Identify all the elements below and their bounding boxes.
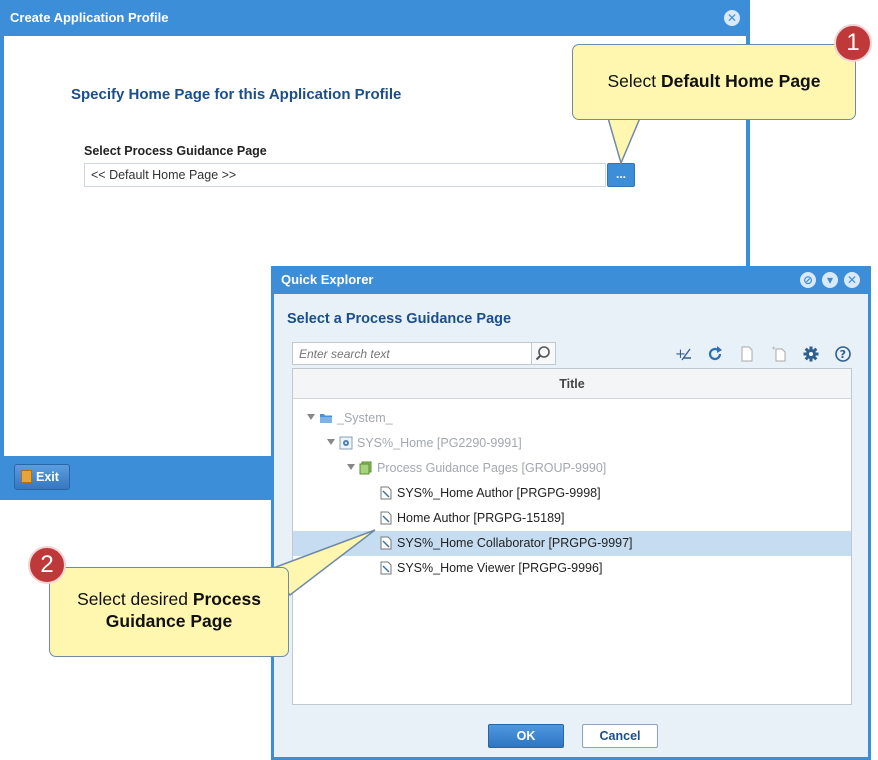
callout-select-process-guidance-page: Select desired Process Guidance Page: [49, 567, 289, 657]
explorer-tree-grid: Title _System_ SYS%_Home [PG2290-9991] Pro…: [292, 368, 852, 705]
callout-1-text: Select: [607, 71, 661, 91]
process-page-icon: [380, 511, 392, 525]
ok-button[interactable]: OK: [488, 724, 564, 748]
copy-document-icon[interactable]: [770, 345, 788, 363]
process-page-icon: [380, 561, 392, 575]
callout-1-bold: Default Home Page: [661, 71, 821, 91]
folder-icon: [320, 414, 332, 423]
explorer-heading: Select a Process Guidance Page: [287, 311, 512, 327]
refresh-icon[interactable]: [706, 345, 724, 363]
tree-row[interactable]: Process Guidance Pages [GROUP-9990]: [293, 456, 851, 481]
exit-button[interactable]: Exit: [14, 464, 70, 490]
tree-row[interactable]: SYS%_Home [PG2290-9991]: [293, 431, 851, 456]
tree-row[interactable]: SYS%_Home Viewer [PRGPG-9996]: [293, 556, 851, 581]
tree-row[interactable]: _System_: [293, 406, 851, 431]
new-document-icon[interactable]: [738, 345, 756, 363]
tree-row[interactable]: SYS%_Home Author [PRGPG-9998]: [293, 481, 851, 506]
svg-text:+: +: [675, 347, 686, 362]
minimize-icon[interactable]: ▾: [822, 272, 838, 288]
search-box: [292, 342, 556, 365]
process-page-icon: [380, 536, 392, 550]
cancel-button[interactable]: Cancel: [582, 724, 658, 748]
tree-row[interactable]: SYS%_Home Collaborator [PRGPG-9997]: [293, 531, 851, 556]
step-2-badge: 2: [28, 546, 66, 584]
search-icon: [535, 346, 550, 361]
close-icon[interactable]: ✕: [724, 10, 740, 26]
tree-row-label: _System_: [337, 411, 393, 425]
svg-text:?: ?: [840, 348, 846, 361]
tree-row-label: SYS%_Home [PG2290-9991]: [357, 436, 522, 450]
expand-caret-icon[interactable]: [327, 439, 335, 445]
gear-icon[interactable]: [802, 345, 820, 363]
profile-window-title: Create Application Profile: [0, 0, 750, 36]
explorer-window-title: Quick Explorer: [271, 266, 871, 294]
callout-select-default-home-page: Select Default Home Page: [572, 44, 856, 120]
tree-row-label: Home Author [PRGPG-15189]: [397, 511, 565, 525]
callout-2-bold-2: Guidance Page: [105, 611, 233, 631]
process-page-icon: [380, 486, 392, 500]
quick-explorer-window: Quick Explorer ⊘ ▾ ✕ Select a Process Gu…: [271, 266, 871, 760]
group-icon: [359, 461, 372, 475]
search-input[interactable]: [293, 343, 533, 364]
close-icon[interactable]: ✕: [844, 272, 860, 288]
field-label: Select Process Guidance Page: [84, 144, 267, 158]
page-gear-icon: [339, 436, 353, 450]
tree-row-label: SYS%_Home Collaborator [PRGPG-9997]: [397, 536, 633, 550]
expand-caret-icon[interactable]: [347, 464, 355, 470]
expand-collapse-icon[interactable]: +: [674, 345, 692, 363]
tree-row-label: Process Guidance Pages [GROUP-9990]: [377, 461, 607, 475]
browse-button[interactable]: ...: [607, 163, 635, 187]
page-heading: Specify Home Page for this Application P…: [71, 86, 402, 103]
help-icon[interactable]: ?: [834, 345, 852, 363]
step-1-badge: 1: [834, 24, 872, 62]
tree-row-label: SYS%_Home Viewer [PRGPG-9996]: [397, 561, 603, 575]
callout-2-text: Select desired: [77, 589, 193, 609]
expand-caret-icon[interactable]: [307, 414, 315, 420]
tree-row[interactable]: Home Author [PRGPG-15189]: [293, 506, 851, 531]
door-icon: [21, 470, 32, 483]
process-guidance-page-field[interactable]: << Default Home Page >>: [84, 163, 606, 187]
search-button[interactable]: [531, 343, 555, 364]
tree-row-label: SYS%_Home Author [PRGPG-9998]: [397, 486, 601, 500]
restore-icon[interactable]: ⊘: [800, 272, 816, 288]
exit-label: Exit: [36, 470, 59, 484]
callout-2-bold-1: Process: [192, 589, 261, 609]
column-header-title[interactable]: Title: [293, 369, 851, 399]
